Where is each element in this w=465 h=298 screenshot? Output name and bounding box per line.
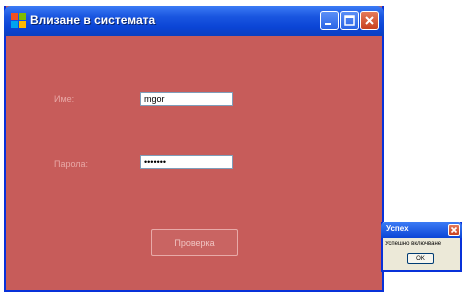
login-window: Влизане в системата Име: mgor Парола: ••… [4, 6, 384, 292]
title-bar[interactable]: Влизане в системата [4, 6, 384, 36]
minimize-button[interactable] [320, 11, 339, 30]
dialog-close-button[interactable] [448, 224, 460, 236]
dialog-message: Успешно включване [385, 241, 442, 247]
password-label: Парола: [54, 159, 89, 169]
close-icon [450, 226, 458, 234]
application-icon [11, 13, 26, 28]
username-label: Име: [54, 94, 75, 104]
minimize-icon [325, 23, 331, 25]
dialog-title: Успех [386, 224, 409, 233]
username-input[interactable]: mgor [140, 92, 233, 106]
close-icon [365, 16, 374, 25]
password-input[interactable]: ••••••• [140, 155, 233, 169]
maximize-icon [344, 15, 355, 26]
success-dialog: Успех Успешно включване OK [381, 222, 462, 272]
dialog-title-bar[interactable]: Успех [381, 222, 462, 238]
maximize-button[interactable] [340, 11, 359, 30]
close-button[interactable] [360, 11, 379, 30]
check-button[interactable]: Проверка [151, 229, 238, 256]
window-title: Влизане в системата [30, 13, 156, 27]
ok-button[interactable]: OK [407, 253, 434, 264]
